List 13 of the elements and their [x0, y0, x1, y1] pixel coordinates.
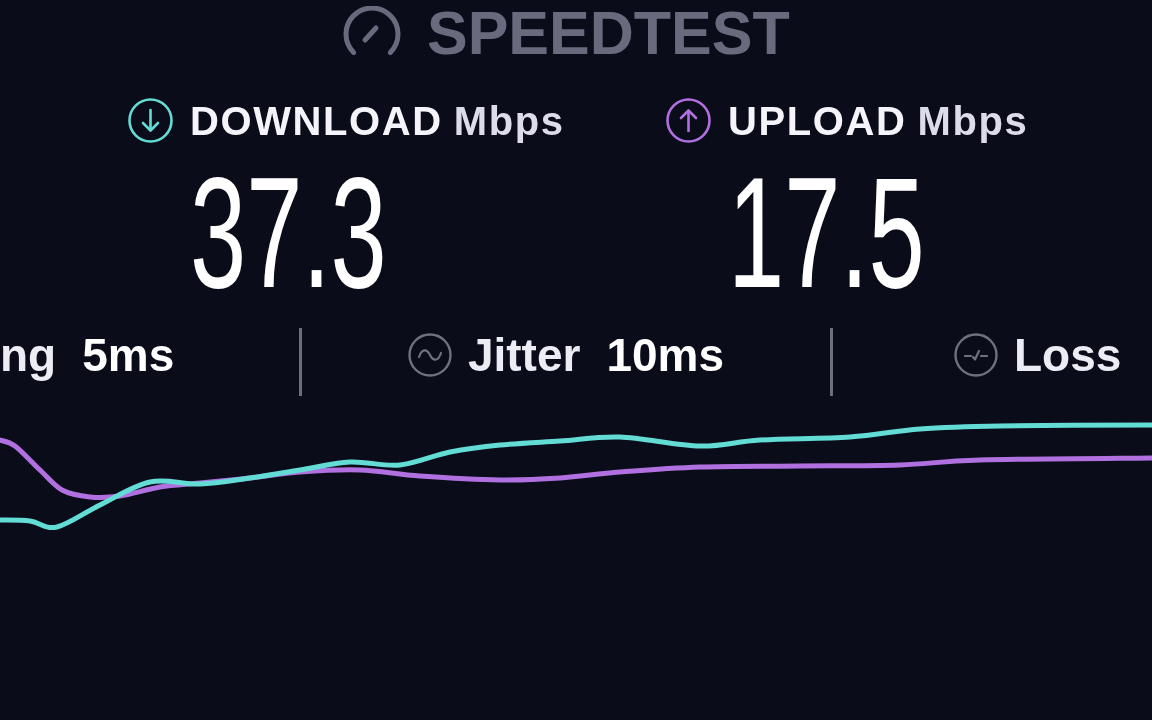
unit-label: Mbps: [453, 100, 565, 141]
speed-value: 17.5: [728, 169, 925, 296]
metric-label: Loss: [1014, 332, 1122, 378]
metric-value: 5ms: [82, 332, 175, 378]
unit-label: Mbps: [917, 100, 1029, 141]
speed-label: DOWNLOAD: [190, 100, 443, 141]
speed-label: UPLOAD: [728, 100, 907, 141]
metric-label: Jitter: [467, 332, 581, 378]
wave-icon: [407, 333, 452, 377]
app-title: SPEEDTEST: [427, 2, 790, 64]
pulse-icon: [954, 333, 998, 377]
metric-value: 10ms: [606, 332, 725, 378]
speed-value: 37.3: [190, 169, 387, 296]
